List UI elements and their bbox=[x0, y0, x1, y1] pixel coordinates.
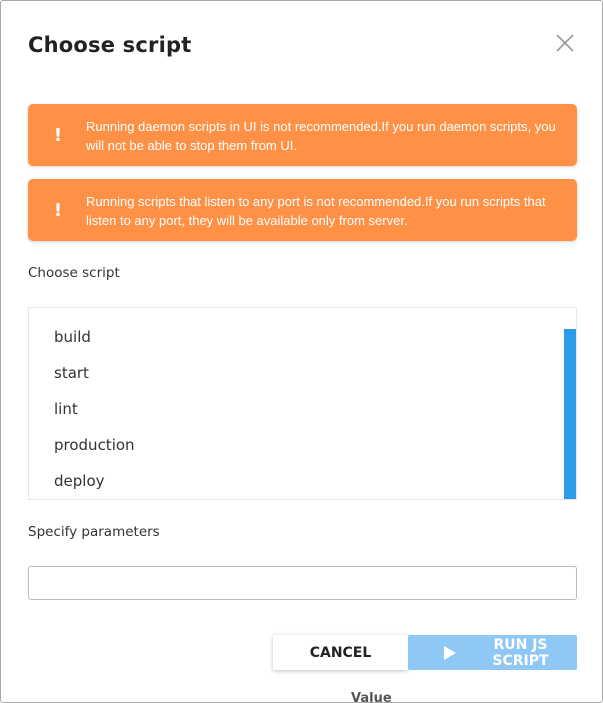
run-js-script-button[interactable]: RUN JS SCRIPT bbox=[408, 635, 577, 670]
alert-message: Running daemon scripts in UI is not reco… bbox=[86, 119, 556, 153]
list-item[interactable]: production bbox=[54, 436, 135, 454]
warning-icon: ! bbox=[53, 199, 63, 221]
choose-script-label: Choose script bbox=[28, 265, 120, 281]
scrollbar[interactable] bbox=[564, 329, 576, 499]
play-icon bbox=[444, 645, 456, 660]
alert-message: Running scripts that listen to any port … bbox=[86, 194, 546, 228]
warning-icon: ! bbox=[53, 124, 63, 146]
choose-script-dialog: Choose script ! Running daemon scripts i… bbox=[0, 0, 603, 703]
list-item[interactable]: build bbox=[54, 328, 91, 346]
port-warning-alert: ! Running scripts that listen to any por… bbox=[28, 179, 577, 241]
list-item[interactable]: deploy bbox=[54, 472, 105, 490]
cancel-button[interactable]: CANCEL bbox=[273, 635, 408, 670]
list-item[interactable]: start bbox=[54, 364, 89, 382]
daemon-warning-alert: ! Running daemon scripts in UI is not re… bbox=[28, 104, 577, 166]
run-button-label: RUN JS SCRIPT bbox=[492, 636, 549, 669]
list-item[interactable]: lint bbox=[54, 400, 78, 418]
script-list[interactable]: build start lint production deploy bbox=[28, 307, 577, 500]
close-icon[interactable] bbox=[553, 31, 577, 55]
parameters-input[interactable] bbox=[28, 566, 577, 600]
background-column-header: Value bbox=[351, 691, 392, 703]
specify-parameters-label: Specify parameters bbox=[28, 524, 160, 540]
dialog-title: Choose script bbox=[28, 33, 192, 57]
